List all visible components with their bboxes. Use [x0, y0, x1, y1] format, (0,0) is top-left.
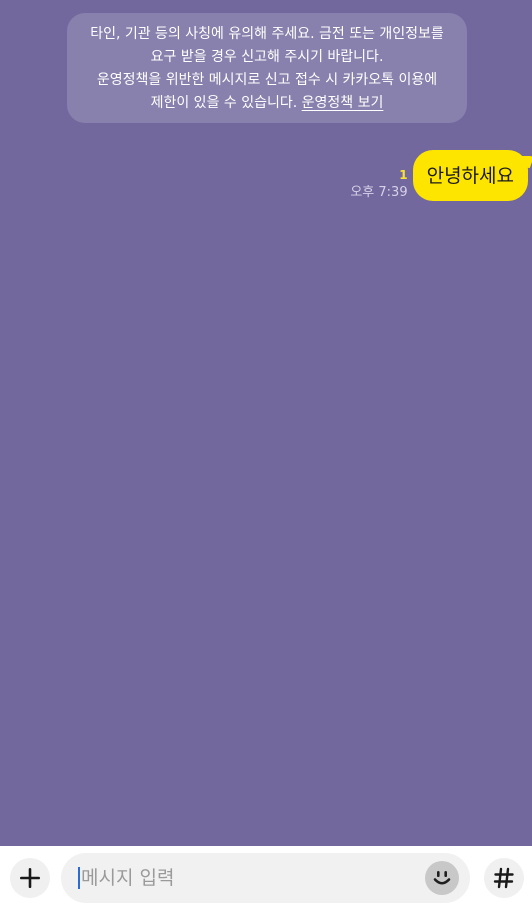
hashtag-button[interactable] [484, 858, 524, 898]
plus-icon [20, 868, 40, 888]
notice-line-4-text: 제한이 있을 수 있습니다. [150, 95, 302, 111]
message-bubble[interactable]: 안녕하세요 [412, 150, 528, 201]
message-input-container [61, 853, 470, 903]
notice-line-3: 운영정책을 위반한 메시지로 신고 접수 시 카카오톡 이용에 [96, 72, 438, 88]
unread-count: 1 [399, 168, 408, 182]
chat-area: 타인, 기관 등의 사칭에 유의해 주세요. 금전 또는 개인정보를 요구 받을… [0, 0, 532, 846]
safety-notice: 타인, 기관 등의 사칭에 유의해 주세요. 금전 또는 개인정보를 요구 받을… [67, 13, 467, 123]
notice-line-4: 제한이 있을 수 있습니다. 운영정책 보기 [75, 92, 459, 115]
notice-line-1: 타인, 기관 등의 사칭에 유의해 주세요. 금전 또는 개인정보를 [90, 26, 444, 42]
notice-line-2: 요구 받을 경우 신고해 주시기 바랍니다. [150, 49, 384, 65]
emoji-icon [433, 871, 451, 885]
emoji-button[interactable] [425, 861, 459, 895]
policy-link[interactable]: 운영정책 보기 [302, 95, 384, 111]
message-time: 오후 7:39 [350, 185, 408, 200]
message-meta: 1 오후 7:39 [350, 168, 407, 201]
add-button[interactable] [10, 858, 50, 898]
hashtag-icon [493, 867, 514, 889]
sent-message-row: 1 오후 7:39 안녕하세요 [350, 150, 528, 201]
message-input[interactable] [77, 853, 421, 903]
input-bar [0, 846, 532, 911]
